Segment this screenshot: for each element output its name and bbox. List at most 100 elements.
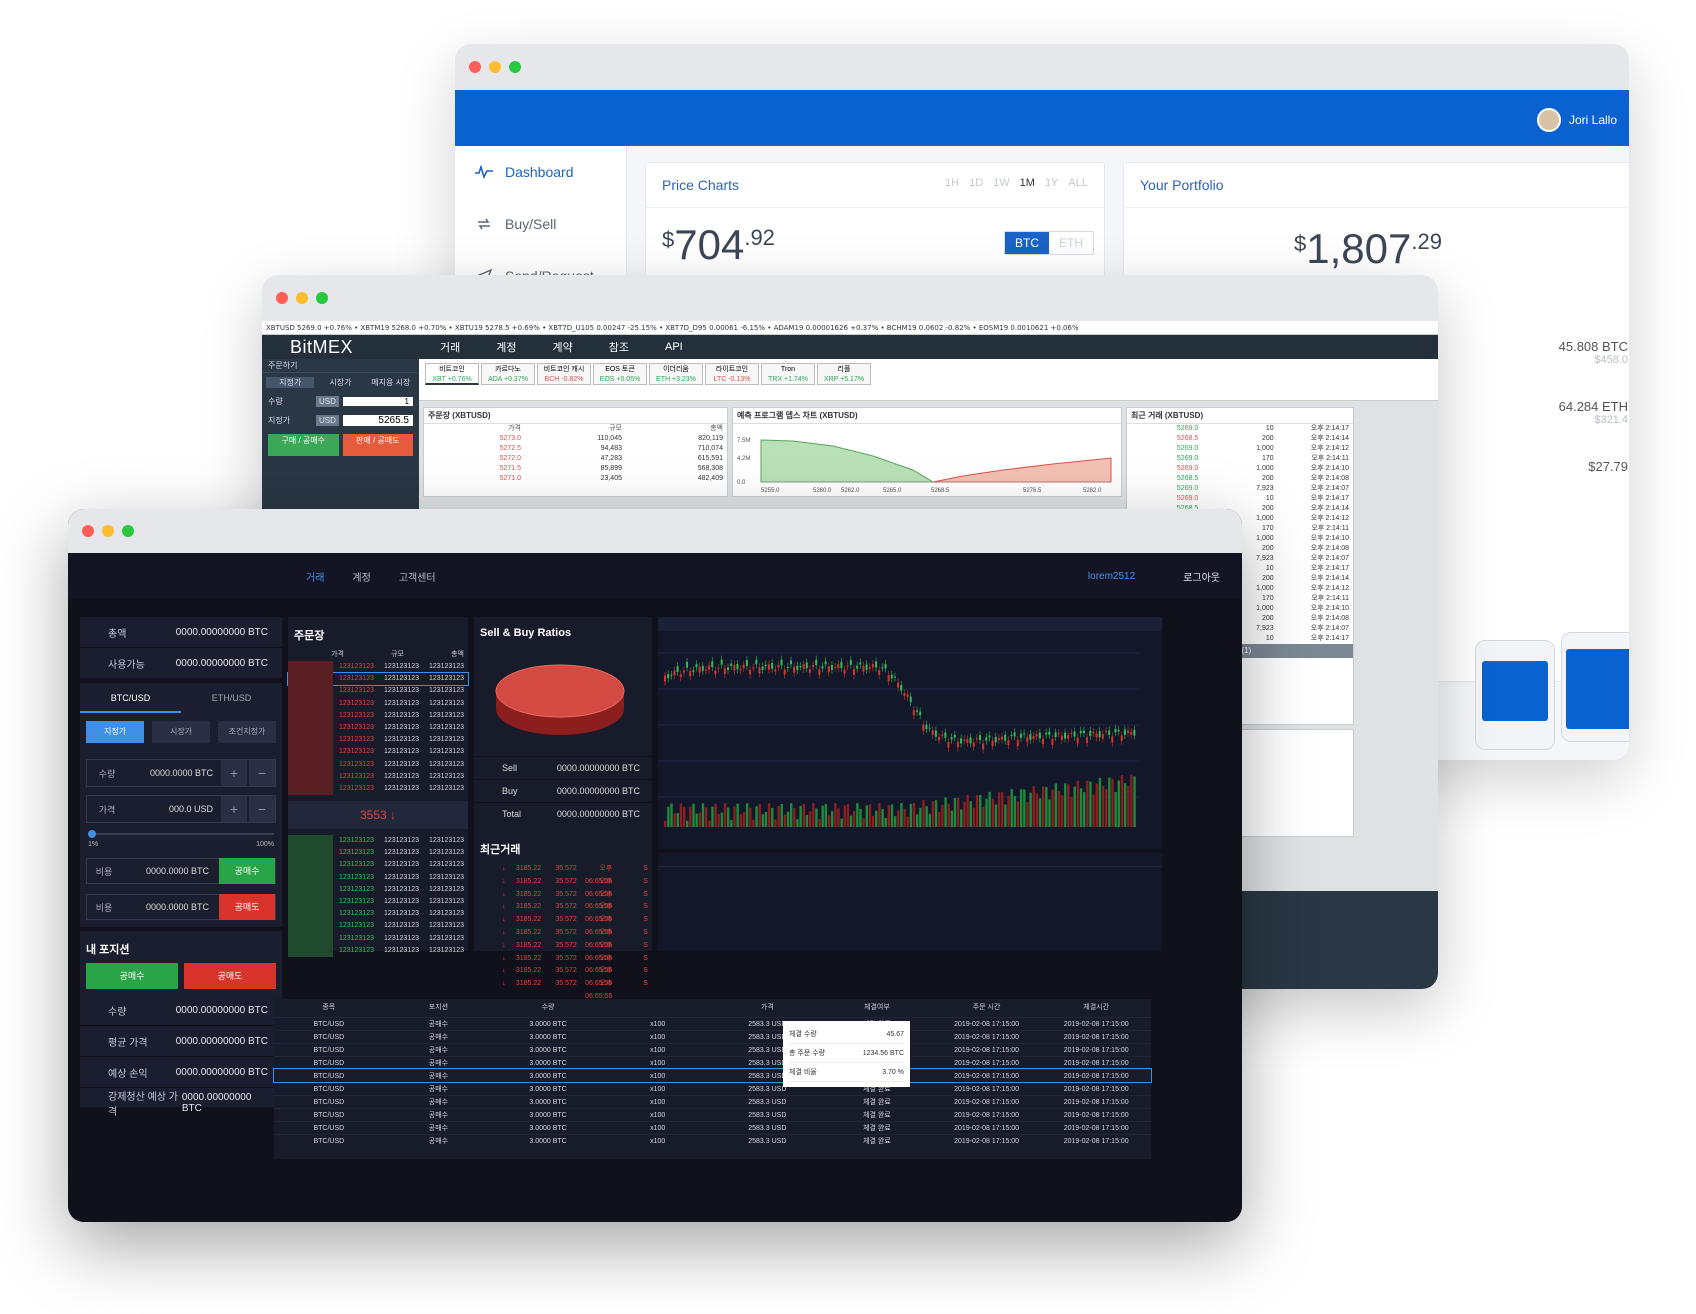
maximize-dot[interactable] — [509, 61, 521, 73]
close-dot[interactable] — [82, 525, 94, 537]
qty-input[interactable]: 0000.0000 BTC — [127, 768, 219, 778]
sell-button[interactable]: 판매 / 공매도 — [342, 434, 413, 456]
timeframe-1h[interactable]: 1H — [945, 177, 959, 189]
logout-button[interactable]: 로그아웃 — [1183, 569, 1220, 584]
coin-eth[interactable]: ETH — [1049, 232, 1093, 254]
order-type-limit[interactable]: 지정가 — [86, 721, 144, 743]
minimize-dot[interactable] — [102, 525, 114, 537]
coin-tab[interactable]: 비트코인 XBT +0.76% — [425, 363, 479, 385]
timeframe-1d[interactable]: 1D — [969, 177, 983, 189]
slider-knob[interactable] — [88, 830, 96, 838]
table-row[interactable]: BTC/USD공매수3.0000 BTCx1002583.3 USD체결 완료2… — [274, 1095, 1151, 1108]
nav-trade[interactable]: 거래 — [306, 569, 324, 584]
nav-trade[interactable]: 거래 — [422, 339, 478, 355]
table-row[interactable]: BTC/USD공매수3.0000 BTCx1002583.3 USD체결 완료2… — [273, 1068, 1152, 1083]
coin-btc[interactable]: BTC — [1005, 232, 1049, 254]
coin-tab[interactable]: 비트코인 캐시 BCH -0.82% — [537, 363, 591, 385]
user-menu[interactable]: Jori Lallo — [1536, 108, 1617, 132]
sell-order-row[interactable]: 123123123 123123123 123123123 — [287, 672, 469, 687]
buy-order-row[interactable]: 123123123 123123123 123123123 — [288, 932, 468, 945]
orderbook-row[interactable]: 5271.5 85,899 568,308 — [424, 464, 727, 474]
sell-order-row[interactable]: 123123123 123123123 123123123 — [288, 758, 468, 771]
table-row[interactable]: BTC/USD공매수3.0000 BTCx1002583.3 USD체결 완료2… — [274, 1030, 1151, 1043]
coin-tab[interactable]: Tron TRX +1.74% — [761, 363, 815, 385]
buy-long-button[interactable]: 공매수 — [219, 858, 275, 884]
buy-order-row[interactable]: 123123123 123123123 123123123 — [288, 859, 468, 872]
table-row[interactable]: BTC/USD공매수3.0000 BTCx1002583.3 USD체결 완료2… — [274, 1043, 1151, 1056]
table-row[interactable]: BTC/USD공매수3.0000 BTCx1002583.3 USD체결 완료2… — [274, 1108, 1151, 1121]
sell-short-button[interactable]: 공매도 — [219, 894, 275, 920]
username[interactable]: lorem2512 — [1088, 571, 1135, 582]
timeframe-1w[interactable]: 1W — [993, 177, 1010, 189]
table-row[interactable]: BTC/USD공매수3.0000 BTCx1002583.3 USD체결 완료2… — [274, 1121, 1151, 1134]
price-input[interactable]: 5265.5 — [342, 415, 413, 426]
trade-time: 오후 2:14:10 — [1310, 605, 1349, 612]
price-input[interactable]: 000.0 USD — [127, 804, 219, 814]
close-dot[interactable] — [469, 61, 481, 73]
coin-tab[interactable]: 라이트코인 LTC -0.13% — [705, 363, 759, 385]
tab-limit[interactable]: 지정가 — [266, 377, 315, 388]
buy-order-row[interactable]: 123123123 123123123 123123123 — [288, 920, 468, 933]
bitmex-logo[interactable]: BitMEX — [262, 337, 422, 358]
plus-icon[interactable]: + — [221, 760, 247, 786]
order-type-market[interactable]: 시장가 — [152, 721, 210, 743]
buy-order-row[interactable]: 123123123 123123123 123123123 — [288, 883, 468, 896]
tab-stop-market[interactable]: 메지용 시장 — [367, 377, 415, 388]
sell-order-row[interactable]: 123123123 123123123 123123123 — [288, 697, 468, 710]
coin-tab[interactable]: EOS 토큰 EOS +0.05% — [593, 363, 647, 385]
nav-reference[interactable]: 참조 — [591, 339, 647, 355]
nav-account[interactable]: 계정 — [478, 339, 534, 355]
plus-icon[interactable]: + — [221, 796, 247, 822]
orderbook-row[interactable]: 5272.0 47,283 615,591 — [424, 454, 727, 464]
coin-tab[interactable]: 리플 XRP +5.17% — [817, 363, 871, 385]
buy-order-row[interactable]: 123123123 123123123 123123123 — [288, 944, 468, 957]
buy-button[interactable]: 구매 / 공매수 — [268, 434, 339, 456]
sell-order-row[interactable]: 123123123 123123123 123123123 — [288, 685, 468, 698]
sell-order-row[interactable]: 123123123 123123123 123123123 — [288, 770, 468, 783]
table-row[interactable]: BTC/USD공매수3.0000 BTCx1002583.3 USD체결 완료2… — [274, 1134, 1151, 1147]
sell-order-row[interactable]: 123123123 123123123 123123123 — [288, 709, 468, 722]
maximize-dot[interactable] — [122, 525, 134, 537]
position-short-button[interactable]: 공매도 — [184, 963, 276, 989]
orderbook-row[interactable]: 5273.0 110,045 820,119 — [424, 434, 727, 444]
position-long-button[interactable]: 공매수 — [86, 963, 178, 989]
buy-order-row[interactable]: 123123123 123123123 123123123 — [288, 896, 468, 909]
nav-support[interactable]: 고객센터 — [399, 569, 436, 584]
qty-input[interactable]: 1 — [342, 397, 413, 406]
coin-tab[interactable]: 카르다노 ADA +0.37% — [481, 363, 535, 385]
sell-order-row[interactable]: 123123123 123123123 123123123 — [288, 721, 468, 735]
minus-icon[interactable]: − — [249, 760, 275, 786]
orderbook-row[interactable]: 5271.0 23,405 482,409 — [424, 474, 727, 484]
minimize-dot[interactable] — [489, 61, 501, 73]
sell-order-row[interactable]: 123123123 123123123 123123123 — [288, 782, 468, 796]
table-row[interactable]: BTC/USD공매수3.0000 BTCx1002583.3 USD체결 완료2… — [274, 1082, 1151, 1095]
sidebar-item-dashboard[interactable]: Dashboard — [455, 146, 626, 198]
sell-order-row[interactable]: 123123123 123123123 123123123 — [288, 746, 468, 759]
order-type-conditional[interactable]: 조건지정가 — [218, 721, 276, 743]
nav-api[interactable]: API — [647, 341, 701, 353]
leverage-slider[interactable] — [88, 830, 274, 838]
minus-icon[interactable]: − — [249, 796, 275, 822]
nav-contracts[interactable]: 계약 — [535, 339, 591, 355]
maximize-dot[interactable] — [316, 292, 328, 304]
buy-order-row[interactable]: 123123123 123123123 123123123 — [288, 847, 468, 860]
coin-tab[interactable]: 이더리움 ETH +3.23% — [649, 363, 703, 385]
table-row[interactable]: BTC/USD공매수3.0000 BTCx1002583.3 USD체결 완료2… — [274, 1056, 1151, 1069]
sell-order-row[interactable]: 123123123 123123123 123123123 — [288, 734, 468, 747]
buy-order-row[interactable]: 123123123 123123123 123123123 — [288, 908, 468, 921]
buy-order-row[interactable]: 123123123 123123123 123123123 — [288, 835, 468, 848]
tab-btc-usd[interactable]: BTC/USD — [80, 683, 181, 713]
orderbook-row[interactable]: 5272.5 94,483 710,074 — [424, 444, 727, 454]
tab-eth-usd[interactable]: ETH/USD — [181, 683, 282, 713]
buy-order-row[interactable]: 123123123 123123123 123123123 — [288, 871, 468, 884]
minimize-dot[interactable] — [296, 292, 308, 304]
timeframe-all[interactable]: ALL — [1068, 177, 1088, 189]
tab-market[interactable]: 시장가 — [316, 377, 364, 388]
sidebar-item-buy-sell[interactable]: Buy/Sell — [455, 198, 626, 250]
sell-order-row[interactable]: 123123123 123123123 123123123 — [288, 661, 468, 674]
close-dot[interactable] — [276, 292, 288, 304]
nav-account[interactable]: 계정 — [352, 569, 370, 584]
timeframe-1m[interactable]: 1M — [1020, 177, 1035, 189]
table-row[interactable]: BTC/USD공매수3.0000 BTCx1002583.3 USD체결 완료2… — [274, 1017, 1151, 1030]
timeframe-1y[interactable]: 1Y — [1045, 177, 1058, 189]
